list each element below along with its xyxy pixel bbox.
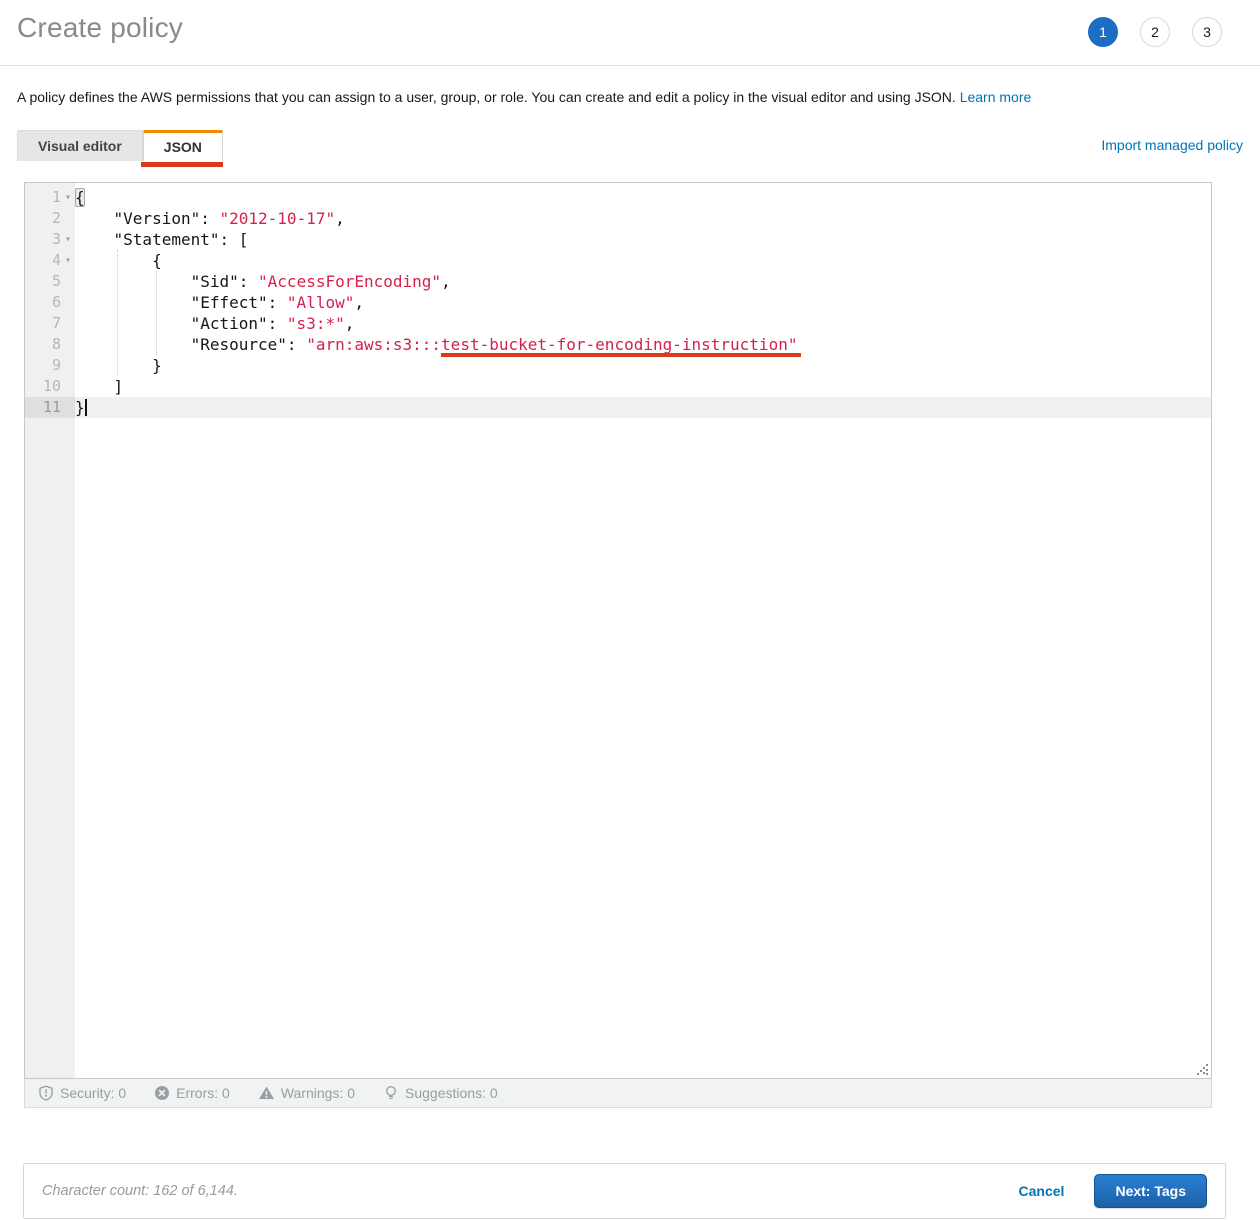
errors-status: Errors: 0 — [154, 1085, 230, 1101]
code-token: { — [75, 251, 162, 270]
code-token: { — [75, 188, 85, 207]
suggestions-status-label: Suggestions: 0 — [405, 1085, 498, 1101]
editor-gutter: 1▾23▾4▾567891011 — [25, 183, 75, 1078]
warnings-status: Warnings: 0 — [258, 1085, 355, 1101]
warnings-triangle-icon — [258, 1085, 275, 1101]
cancel-button[interactable]: Cancel — [1019, 1183, 1065, 1199]
suggestions-bulb-icon — [383, 1085, 399, 1101]
line-number: 6 — [25, 292, 75, 313]
line-number: 10 — [25, 376, 75, 397]
code-string-token: test-bucket-for-encoding-instruction" — [441, 335, 797, 354]
code-line[interactable]: "Sid": "AccessForEncoding", — [75, 271, 1211, 292]
wizard-step-2: 2 — [1140, 17, 1170, 47]
line-number: 8 — [25, 334, 75, 355]
learn-more-link[interactable]: Learn more — [960, 89, 1032, 105]
code-string-token: "Allow" — [287, 293, 354, 312]
line-number: 5 — [25, 271, 75, 292]
errors-status-label: Errors: 0 — [176, 1085, 230, 1101]
code-token: "Statement": [ — [75, 230, 248, 249]
code-token: } — [75, 356, 162, 375]
fold-arrow-icon[interactable]: ▾ — [61, 229, 75, 250]
header-divider — [0, 65, 1260, 66]
json-policy-editor[interactable]: 1▾23▾4▾567891011 { "Version": "2012-10-1… — [24, 182, 1212, 1079]
wizard-step-1: 1 — [1088, 17, 1118, 47]
code-line[interactable]: } — [75, 397, 1211, 418]
fold-arrow-icon[interactable]: ▾ — [61, 250, 75, 271]
create-policy-page: Create policy 1 2 3 A policy defines the… — [0, 0, 1260, 1219]
code-token: "Action": — [75, 314, 287, 333]
code-token: , — [335, 209, 345, 228]
tab-json-label: JSON — [164, 139, 202, 155]
code-token: } — [75, 398, 85, 417]
code-string-token: "arn:aws:s3::: — [306, 335, 441, 354]
import-managed-policy-link[interactable]: Import managed policy — [1101, 137, 1243, 161]
code-string-token: "2012-10-17" — [220, 209, 336, 228]
code-line[interactable]: { — [75, 187, 1211, 208]
line-number: 9 — [25, 355, 75, 376]
page-title: Create policy — [17, 12, 183, 44]
code-line[interactable]: { — [75, 250, 1211, 271]
next-tags-button[interactable]: Next: Tags — [1094, 1174, 1207, 1208]
code-line[interactable]: "Statement": [ — [75, 229, 1211, 250]
code-token: "Effect": — [75, 293, 287, 312]
code-line[interactable]: } — [75, 355, 1211, 376]
footer-actions: Cancel Next: Tags — [1019, 1174, 1207, 1208]
page-header: Create policy 1 2 3 — [0, 0, 1260, 54]
security-shield-icon — [38, 1085, 54, 1101]
code-string-token: "s3:*" — [287, 314, 345, 333]
footer-action-bar: Character count: 162 of 6,144. Cancel Ne… — [23, 1163, 1226, 1219]
errors-circle-icon — [154, 1085, 170, 1101]
line-number[interactable]: 3▾ — [25, 229, 75, 250]
code-token: "Resource": — [75, 335, 306, 354]
editor-status-bar: Security: 0 Errors: 0 Warnings: 0 — [24, 1079, 1212, 1108]
character-count: Character count: 162 of 6,144. — [42, 1183, 238, 1199]
code-token: ] — [75, 377, 123, 396]
tab-json[interactable]: JSON — [143, 130, 223, 161]
code-token: , — [354, 293, 364, 312]
wizard-steps: 1 2 3 — [1088, 12, 1240, 47]
code-line[interactable]: "Effect": "Allow", — [75, 292, 1211, 313]
security-status: Security: 0 — [38, 1085, 126, 1101]
security-status-label: Security: 0 — [60, 1085, 126, 1101]
text-cursor — [85, 399, 87, 416]
policy-description-text: A policy defines the AWS permissions tha… — [17, 89, 956, 105]
policy-description: A policy defines the AWS permissions tha… — [17, 89, 1243, 105]
code-line[interactable]: "Action": "s3:*", — [75, 313, 1211, 334]
line-number[interactable]: 4▾ — [25, 250, 75, 271]
code-token: , — [441, 272, 451, 291]
code-token: "Sid": — [75, 272, 258, 291]
editor-code-area[interactable]: { "Version": "2012-10-17", "Statement": … — [75, 183, 1211, 1078]
wizard-step-3: 3 — [1192, 17, 1222, 47]
line-number: 2 — [25, 208, 75, 229]
tab-visual-editor[interactable]: Visual editor — [17, 130, 143, 161]
resize-handle-icon[interactable] — [1194, 1061, 1209, 1076]
code-string-token: "AccessForEncoding" — [258, 272, 441, 291]
code-token: "Version": — [75, 209, 220, 228]
fold-arrow-icon[interactable]: ▾ — [61, 187, 75, 208]
suggestions-status: Suggestions: 0 — [383, 1085, 498, 1101]
line-number[interactable]: 1▾ — [25, 187, 75, 208]
editor-tabs: Visual editor JSON Import managed policy — [17, 127, 1243, 161]
code-line[interactable]: "Version": "2012-10-17", — [75, 208, 1211, 229]
line-number: 11 — [25, 397, 75, 418]
line-number: 7 — [25, 313, 75, 334]
code-token: , — [345, 314, 355, 333]
code-line[interactable]: "Resource": "arn:aws:s3:::test-bucket-fo… — [75, 334, 1211, 355]
warnings-status-label: Warnings: 0 — [281, 1085, 355, 1101]
red-underline-annotation — [141, 162, 223, 167]
code-line[interactable]: ] — [75, 376, 1211, 397]
